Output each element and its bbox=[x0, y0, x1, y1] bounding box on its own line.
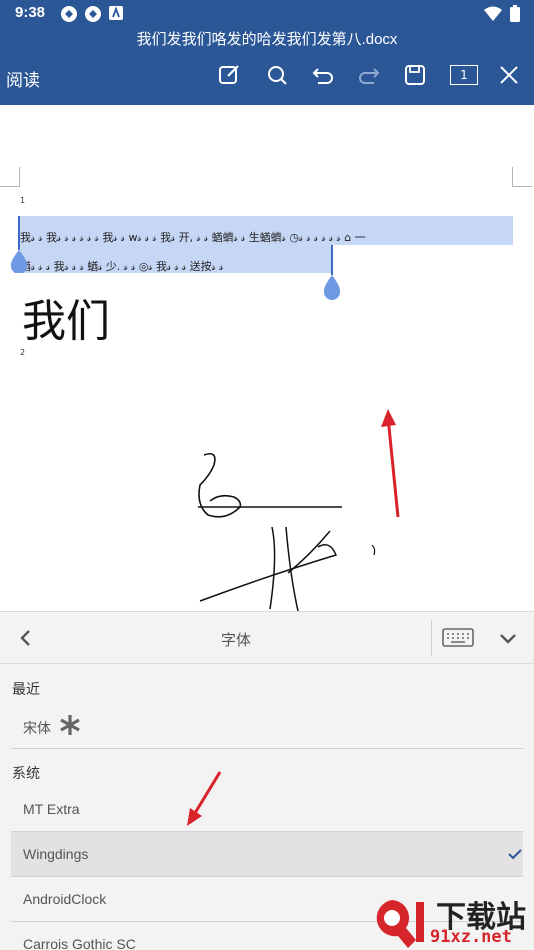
site-logo-icon bbox=[376, 900, 424, 948]
status-icons-right bbox=[484, 5, 520, 22]
check-icon bbox=[508, 849, 522, 860]
notification-icon bbox=[109, 6, 123, 20]
close-icon bbox=[500, 66, 518, 84]
page-indicator-button[interactable]: 1 bbox=[444, 60, 484, 90]
watermark: 下载站 91xz.net bbox=[362, 896, 532, 948]
font-item-songti[interactable]: 宋体 bbox=[11, 704, 523, 749]
edit-icon bbox=[219, 65, 239, 84]
document-text-line[interactable]: 我𝓈 𝓈 我𝓈 𝓈 𝓈 𝓈 𝓈 𝓈 我𝓈 𝓈 ᴡ𝓈 𝓈 𝓈 我𝓈 开, 𝓈 𝓈 … bbox=[20, 229, 513, 245]
font-item-mt-extra[interactable]: MT Extra bbox=[11, 787, 523, 832]
status-bar: 9:38 bbox=[0, 0, 534, 28]
recent-section-label: 最近 bbox=[12, 682, 40, 698]
close-button[interactable] bbox=[492, 60, 526, 90]
document-heading[interactable]: 我们 bbox=[22, 285, 110, 349]
font-name: Carrois Gothic SC bbox=[23, 936, 136, 950]
save-button[interactable] bbox=[398, 60, 432, 90]
status-icons-left bbox=[60, 5, 124, 23]
divider bbox=[431, 620, 432, 656]
system-section-label: 系统 bbox=[12, 766, 40, 782]
read-mode-button[interactable]: 阅读 bbox=[6, 66, 40, 91]
redo-button[interactable] bbox=[352, 60, 386, 90]
annotation-arrow bbox=[381, 409, 400, 518]
font-panel-title: 字体 bbox=[220, 631, 251, 649]
document-canvas[interactable]: 1 我𝓈 𝓈 我𝓈 𝓈 𝓈 𝓈 𝓈 𝓈 我𝓈 𝓈 ᴡ𝓈 𝓈 𝓈 我𝓈 开, 𝓈 … bbox=[0, 105, 534, 611]
font-panel-header: 字体 bbox=[0, 612, 534, 664]
font-name: AndroidClock bbox=[23, 891, 107, 907]
selection-end-handle[interactable] bbox=[321, 245, 343, 302]
undo-button[interactable] bbox=[306, 60, 340, 90]
toolbar: 1 bbox=[210, 60, 524, 90]
selection-start-handle[interactable] bbox=[9, 216, 29, 273]
page-margin-mark bbox=[0, 167, 20, 187]
annotation-arrow bbox=[187, 771, 222, 826]
sync-icon bbox=[61, 6, 77, 22]
asterisk-icon bbox=[60, 715, 80, 735]
font-name: Wingdings bbox=[23, 846, 89, 862]
chevron-down-icon[interactable] bbox=[496, 626, 520, 650]
font-item-wingdings[interactable]: Wingdings bbox=[11, 832, 523, 877]
search-icon bbox=[268, 66, 287, 85]
sync-icon bbox=[85, 6, 101, 22]
redo-icon bbox=[359, 68, 380, 84]
font-name: MT Extra bbox=[23, 801, 80, 817]
page-margin-mark bbox=[512, 167, 532, 187]
app-header: 9:38 我们发我们咯发的哈发我们发第八.docx 阅读 1 bbox=[0, 0, 534, 105]
edit-button[interactable] bbox=[212, 60, 246, 90]
keyboard-icon[interactable] bbox=[441, 626, 475, 650]
search-button[interactable] bbox=[260, 60, 294, 90]
wifi-icon bbox=[484, 6, 502, 21]
font-name: 宋体 bbox=[23, 720, 51, 736]
paragraph-number: 1 bbox=[20, 196, 26, 205]
battery-icon bbox=[510, 5, 520, 22]
handwriting-drawing bbox=[198, 452, 376, 611]
undo-icon bbox=[312, 68, 333, 84]
save-icon bbox=[405, 65, 425, 85]
document-title: 我们发我们咯发的哈发我们发第八.docx bbox=[136, 31, 398, 48]
document-text-line[interactable]: 蝤𝓈 𝓈 𝓈 我𝓈 𝓈 𝓈 蝤𝓈 少. 𝓈 𝓈 ◎𝓈 我𝓈 𝓈 𝓈 送按𝓈 𝓈 bbox=[20, 258, 332, 274]
status-time: 9:38 bbox=[15, 4, 46, 21]
paragraph-number: 2 bbox=[20, 348, 26, 357]
page-indicator: 1 bbox=[450, 65, 478, 85]
watermark-url: 91xz.net bbox=[430, 927, 512, 947]
